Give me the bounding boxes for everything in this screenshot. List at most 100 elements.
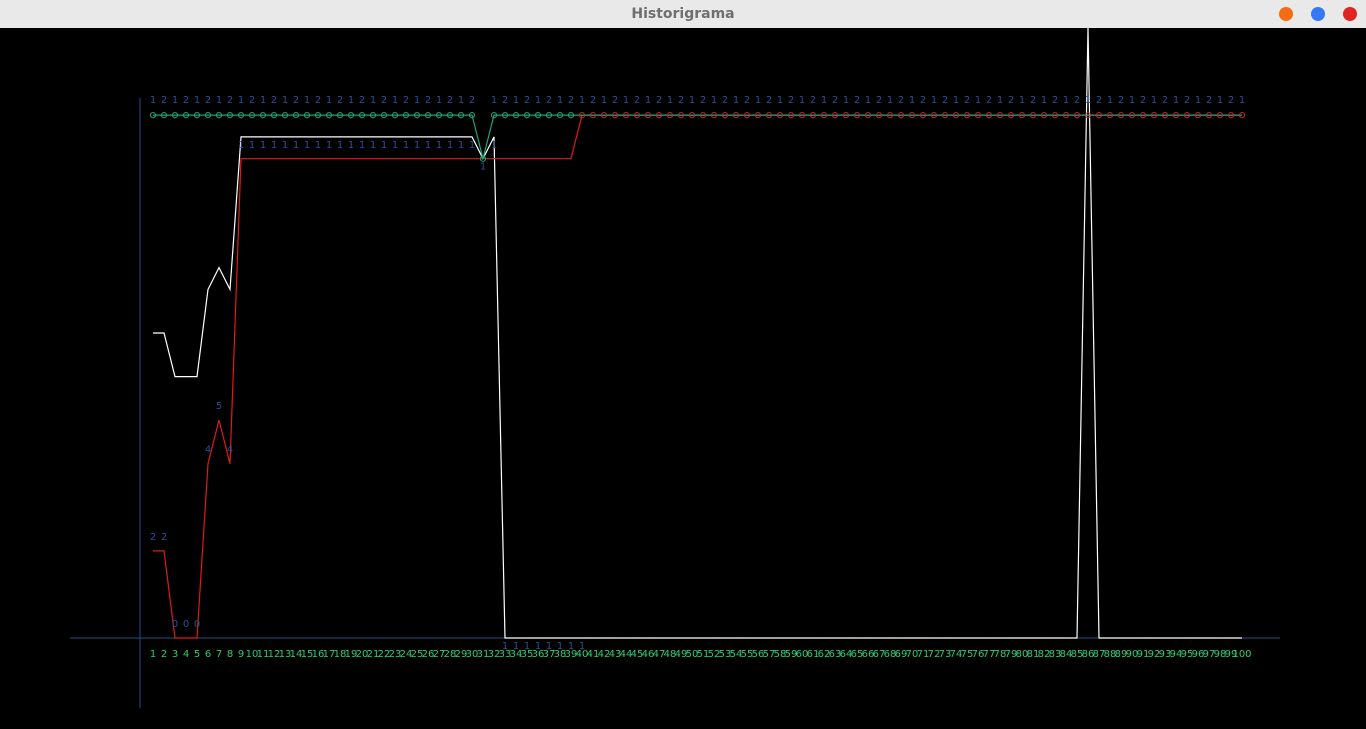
top-value-label: 1	[975, 95, 981, 106]
top-value-label: 1	[216, 95, 222, 106]
plateau-value-label: 1	[304, 140, 310, 151]
top-value-label: 2	[942, 95, 948, 106]
top-value-label: 2	[634, 95, 640, 106]
red-point-label: 4	[227, 445, 233, 456]
top-value-label: 2	[315, 95, 321, 106]
top-value-label: 2	[1206, 95, 1212, 106]
plateau-value-label: 1	[458, 140, 464, 151]
top-value-label: 1	[777, 95, 783, 106]
top-value-label: 2	[986, 95, 992, 106]
top-value-label: 1	[172, 95, 178, 106]
chart-canvas: 1 2 3 4 5 6 7 8 9 10 11 12 13 14 15 16 17 18 19 20 21 22 23 24 2…	[0, 27, 1366, 724]
plateau-value-label: 1	[326, 140, 332, 151]
top-value-label: 2	[1030, 95, 1036, 106]
top-value-label: 1	[1129, 95, 1135, 106]
top-value-label: 2	[161, 95, 167, 106]
plateau-value-label: 1	[392, 140, 398, 151]
top-value-label: 2	[788, 95, 794, 106]
window-title: Historigrama	[631, 6, 735, 22]
plateau-value-label: 1	[425, 140, 431, 151]
top-value-label: 1	[1019, 95, 1025, 106]
top-value-label: 1	[1107, 95, 1113, 106]
top-value-label: 2	[1140, 95, 1146, 106]
top-value-label: 1	[887, 95, 893, 106]
plateau-value-label: 1	[370, 140, 376, 151]
plateau-value-label: 1	[568, 641, 574, 652]
top-value-label: 2	[700, 95, 706, 106]
top-value-label: 1	[733, 95, 739, 106]
top-value-label: 1	[755, 95, 761, 106]
top-value-label: 1	[513, 95, 519, 106]
x-tick-label: 8	[227, 649, 233, 660]
plateau-value-label: 1	[557, 641, 563, 652]
top-value-label: 1	[491, 95, 497, 106]
red-point-label: 2	[161, 532, 167, 543]
top-value-label: 1	[326, 95, 332, 106]
top-value-label: 1	[1239, 95, 1245, 106]
top-value-label: 1	[667, 95, 673, 106]
plateau-value-label: 1	[469, 140, 475, 151]
top-value-label: 1	[931, 95, 937, 106]
minimize-button[interactable]	[1279, 7, 1293, 21]
top-value-label: 1	[1195, 95, 1201, 106]
top-value-label: 2	[425, 95, 431, 106]
top-value-label: 2	[1162, 95, 1168, 106]
top-value-label: 2	[271, 95, 277, 106]
top-value-label: 2	[854, 95, 860, 106]
top-value-label: 1	[282, 95, 288, 106]
x-tick-label: 3	[172, 649, 178, 660]
top-value-label: 2	[293, 95, 299, 106]
plateau-value-label: 1	[381, 140, 387, 151]
plateau-value-label: 1	[337, 140, 343, 151]
top-value-label: 1	[821, 95, 827, 106]
top-value-label: 2	[920, 95, 926, 106]
top-value-label: 2	[810, 95, 816, 106]
top-value-label: 1	[1151, 95, 1157, 106]
x-tick-label: 1	[150, 649, 156, 660]
top-value-label: 1	[1041, 95, 1047, 106]
plateau-value-label: 1	[436, 140, 442, 151]
maximize-button[interactable]	[1311, 7, 1325, 21]
top-value-label: 1	[1173, 95, 1179, 106]
top-value-label: 1	[711, 95, 717, 106]
top-value-label: 2	[249, 95, 255, 106]
top-value-label: 1	[348, 95, 354, 106]
top-value-label: 1	[997, 95, 1003, 106]
top-value-label: 2	[337, 95, 343, 106]
red-point-label: 2	[150, 532, 156, 543]
top-value-label: 1	[799, 95, 805, 106]
top-value-label: 1	[557, 95, 563, 106]
x-tick-label: 7	[216, 649, 222, 660]
plateau-value-label: 1	[359, 140, 365, 151]
plateau-value-label: 1	[403, 140, 409, 151]
top-value-label: 2	[1118, 95, 1124, 106]
top-value-label: 2	[1052, 95, 1058, 106]
close-button[interactable]	[1343, 7, 1357, 21]
top-value-label: 1	[238, 95, 244, 106]
top-value-label: 2	[447, 95, 453, 106]
top-value-label: 2	[359, 95, 365, 106]
top-value-label: 2	[876, 95, 882, 106]
top-value-label: 1	[953, 95, 959, 106]
top-value-label: 2	[964, 95, 970, 106]
top-value-label: 2	[183, 95, 189, 106]
top-value-label: 2	[524, 95, 530, 106]
top-value-label: 1	[1085, 95, 1091, 106]
top-value-label: 1	[579, 95, 585, 106]
red-point-label: 4	[205, 445, 211, 456]
top-value-label: 1	[1217, 95, 1223, 106]
top-value-label: 2	[656, 95, 662, 106]
plateau-value-label: 1	[238, 140, 244, 151]
x-tick-label: 100	[1232, 649, 1251, 660]
plateau-value-label: 1	[260, 140, 266, 151]
plateau-value-label: 1	[447, 140, 453, 151]
top-value-label: 2	[722, 95, 728, 106]
plateau-value-label: 1	[513, 641, 519, 652]
top-value-label: 2	[832, 95, 838, 106]
top-value-label: 2	[546, 95, 552, 106]
top-value-label: 2	[403, 95, 409, 106]
top-value-label: 2	[469, 95, 475, 106]
plateau-value-label: 1	[546, 641, 552, 652]
top-value-label: 1	[260, 95, 266, 106]
plateau-value-label: 1	[315, 140, 321, 151]
